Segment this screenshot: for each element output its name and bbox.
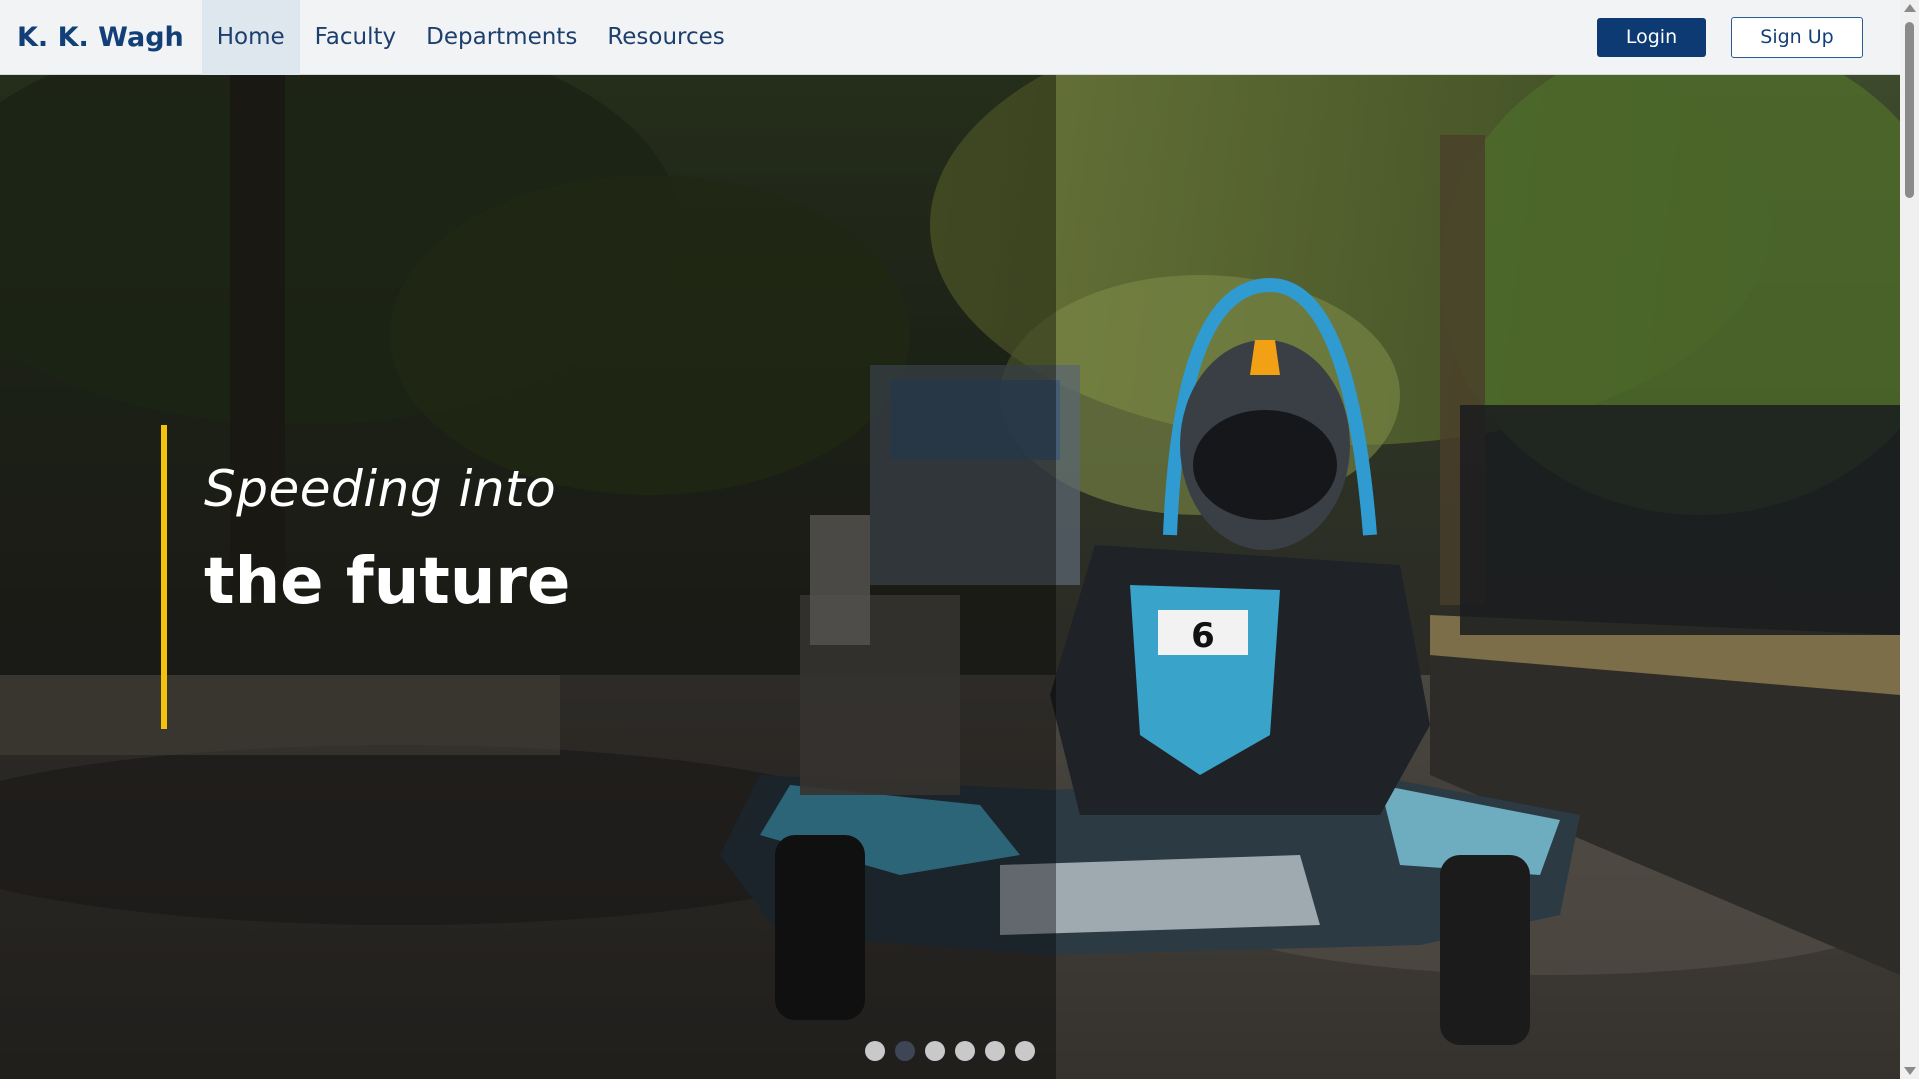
brand-logo[interactable]: K. K. Wagh	[17, 22, 184, 53]
scroll-thumb[interactable]	[1905, 22, 1914, 198]
carousel-dot-2[interactable]	[895, 1041, 915, 1061]
nav-links: Home Faculty Departments Resources	[201, 0, 740, 75]
carousel-indicators	[865, 1041, 1035, 1061]
page-scrollbar[interactable]	[1900, 0, 1919, 1079]
carousel-dot-4[interactable]	[955, 1041, 975, 1061]
kart-number: 6	[1191, 616, 1215, 656]
page: K. K. Wagh Home Faculty Departments Reso…	[0, 0, 1919, 1079]
hero-title-line2: the future	[204, 545, 571, 619]
nav-item-faculty[interactable]: Faculty	[300, 0, 411, 75]
hero-title-line1: Speeding into	[204, 460, 557, 518]
nav-item-resources[interactable]: Resources	[592, 0, 739, 75]
navbar: K. K. Wagh Home Faculty Departments Reso…	[0, 0, 1900, 75]
carousel-dot-3[interactable]	[925, 1041, 945, 1061]
scroll-down-icon[interactable]	[1904, 1067, 1916, 1075]
nav-item-home[interactable]: Home	[201, 0, 300, 75]
scroll-up-icon[interactable]	[1904, 4, 1916, 12]
carousel-dot-6[interactable]	[1015, 1041, 1035, 1061]
carousel-dot-5[interactable]	[985, 1041, 1005, 1061]
hero-carousel: 6 Speeding into the future	[0, 75, 1900, 1079]
accent-bar	[161, 425, 167, 729]
nav-actions: Login Sign Up	[1597, 16, 1863, 58]
nav-item-departments[interactable]: Departments	[411, 0, 592, 75]
login-button[interactable]: Login	[1597, 17, 1706, 57]
carousel-dot-1[interactable]	[865, 1041, 885, 1061]
signup-button[interactable]: Sign Up	[1731, 16, 1863, 58]
